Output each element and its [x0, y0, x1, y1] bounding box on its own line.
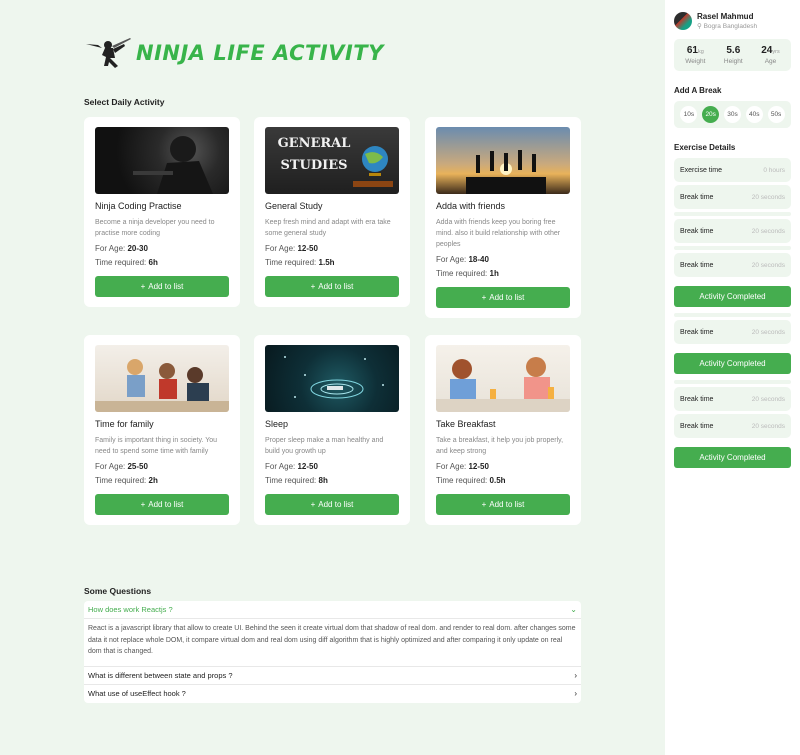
card-age: For Age: 25-50: [95, 462, 148, 471]
sleeping-in-space-image: [265, 345, 399, 412]
break-option[interactable]: 30s: [723, 106, 741, 123]
add-to-list-button[interactable]: + Add to list: [265, 494, 399, 515]
card-title: Ninja Coding Practise: [95, 201, 182, 211]
hooded-coder-image: [95, 127, 229, 194]
activity-completed-button[interactable]: Activity Completed: [674, 353, 791, 374]
add-to-list-button[interactable]: + Add to list: [436, 494, 570, 515]
break-time-row: Break time 20 seconds: [674, 320, 791, 344]
activity-card: Ninja Coding Practise Become a ninja dev…: [84, 117, 240, 307]
profile: Rasel Mahmud ⚲ Bogra Bangladesh: [674, 12, 791, 30]
activity-card: Time for family Family is important thin…: [84, 335, 240, 525]
card-description: Family is important thing in society. Yo…: [95, 437, 218, 455]
break-time-row: Break time 20 seconds: [674, 414, 791, 438]
break-selector: 10s 20s 30s 40s 50s: [674, 101, 791, 128]
break-option[interactable]: 40s: [745, 106, 763, 123]
activity-card: Adda with friends Adda with friends keep…: [425, 117, 581, 318]
activity-card: GENERAL STUDIES General Study Keep fresh…: [254, 117, 410, 307]
card-time: Time required: 1.5h: [265, 258, 335, 267]
stats-panel: 61kg Weight 5.6 Height 24yrs Age: [674, 39, 791, 71]
plus-icon: +: [310, 282, 316, 291]
profile-location: ⚲ Bogra Bangladesh: [697, 23, 758, 30]
break-time-row: Break time 20 seconds: [674, 185, 791, 209]
location-pin-icon: ⚲: [697, 23, 702, 30]
divider: [674, 246, 791, 250]
card-time: Time required: 2h: [95, 476, 158, 485]
card-description: Become a ninja developer you need to pra…: [95, 219, 215, 237]
main-content: NINJA LIFE ACTIVITY Select Daily Activit…: [0, 0, 665, 755]
card-time: Time required: 0.5h: [436, 476, 506, 485]
break-time-row: Break time 20 seconds: [674, 253, 791, 277]
break-time-row: Break time 20 seconds: [674, 219, 791, 243]
ninja-icon: [86, 38, 131, 68]
break-option-selected[interactable]: 20s: [702, 106, 720, 123]
chevron-right-icon: ›: [574, 670, 577, 680]
break-option[interactable]: 10s: [680, 106, 698, 123]
faq-heading: Some Questions: [84, 586, 152, 596]
chevron-right-icon: ›: [574, 689, 577, 698]
activities-heading: Select Daily Activity: [84, 97, 165, 107]
page-title: NINJA LIFE ACTIVITY: [136, 41, 384, 65]
faq-question[interactable]: How does work Reactjs ? ⌄: [84, 601, 581, 619]
card-age: For Age: 20-30: [95, 244, 148, 253]
faq-accordion: How does work Reactjs ? ⌄ React is a jav…: [84, 601, 581, 703]
sunset-friends-image: [436, 127, 570, 194]
divider: [674, 212, 791, 216]
card-title: Sleep: [265, 419, 289, 429]
card-time: Time required: 8h: [265, 476, 328, 485]
activity-completed-button[interactable]: Activity Completed: [674, 447, 791, 468]
faq-answer: React is a javascript library that allow…: [84, 619, 581, 667]
plus-icon: +: [481, 500, 487, 509]
plus-icon: +: [140, 500, 146, 509]
stat-age: 24yrs Age: [761, 45, 780, 65]
break-option[interactable]: 50s: [767, 106, 785, 123]
card-age: For Age: 18-40: [436, 255, 489, 264]
card-age: For Age: 12-50: [436, 462, 489, 471]
add-to-list-button[interactable]: + Add to list: [95, 276, 229, 297]
avatar: [674, 12, 692, 30]
kids-breakfast-image: [436, 345, 570, 412]
sidebar: Rasel Mahmud ⚲ Bogra Bangladesh 61kg Wei…: [665, 0, 800, 755]
exercise-time-row: Exercise time 0 hours: [674, 158, 791, 182]
card-age: For Age: 12-50: [265, 244, 318, 253]
chevron-down-icon: ⌄: [570, 605, 577, 614]
card-description: Take a breakfast, it help you job proper…: [436, 437, 564, 455]
exercise-heading: Exercise Details: [674, 143, 736, 152]
break-time-row: Break time 20 seconds: [674, 387, 791, 411]
activity-card: Take Breakfast Take a breakfast, it help…: [425, 335, 581, 525]
divider: [674, 380, 791, 384]
card-age: For Age: 12-50: [265, 462, 318, 471]
stat-height: 5.6 Height: [723, 45, 743, 65]
card-title: Take Breakfast: [436, 419, 496, 429]
card-description: Adda with friends keep you boring free m…: [436, 219, 561, 248]
card-title: Adda with friends: [436, 201, 506, 211]
plus-icon: +: [140, 282, 146, 291]
break-heading: Add A Break: [674, 86, 722, 95]
exercise-list: Exercise time 0 hours Break time 20 second…: [674, 158, 791, 468]
card-time: Time required: 6h: [95, 258, 158, 267]
plus-icon: +: [481, 293, 487, 302]
activity-completed-button[interactable]: Activity Completed: [674, 286, 791, 307]
activity-card: Sleep Proper sleep make a man healthy an…: [254, 335, 410, 525]
add-to-list-button[interactable]: + Add to list: [265, 276, 399, 297]
plus-icon: +: [310, 500, 316, 509]
card-description: Keep fresh mind and adapt with era take …: [265, 219, 391, 237]
brand: NINJA LIFE ACTIVITY: [84, 36, 384, 70]
faq-question[interactable]: What use of useEffect hook ? ›: [84, 685, 581, 703]
family-on-floor-image: [95, 345, 229, 412]
card-description: Proper sleep make a man healthy and buil…: [265, 437, 384, 455]
card-title: Time for family: [95, 419, 154, 429]
divider: [674, 313, 791, 317]
stat-weight: 61kg Weight: [685, 45, 706, 65]
card-time: Time required: 1h: [436, 269, 499, 278]
add-to-list-button[interactable]: + Add to list: [436, 287, 570, 308]
profile-name: Rasel Mahmud: [697, 12, 754, 21]
add-to-list-button[interactable]: + Add to list: [95, 494, 229, 515]
chalkboard-globe-image: GENERAL STUDIES: [265, 127, 399, 194]
card-title: General Study: [265, 201, 323, 211]
faq-question[interactable]: What is different between state and prop…: [84, 667, 581, 685]
